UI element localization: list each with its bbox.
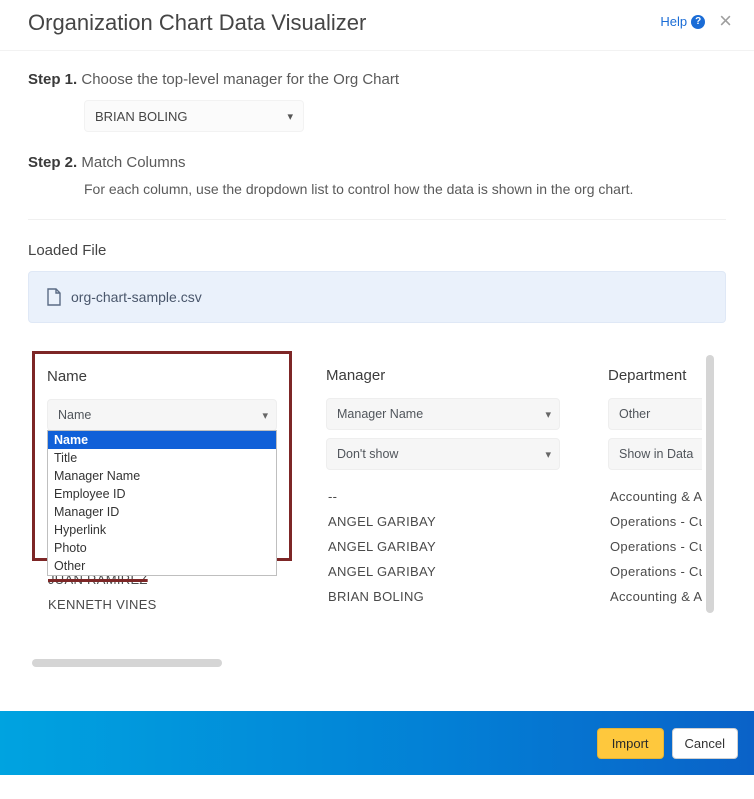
dropdown-option[interactable]: Name (48, 431, 276, 449)
step1-line: Step 1. Choose the top-level manager for… (28, 71, 726, 88)
step2-label: Step 2. (28, 154, 77, 171)
column-name: Name Name ▾ Name Title Manager Name Empl… (32, 351, 292, 561)
scrollbar-horizontal-thumb[interactable] (32, 659, 222, 667)
dialog-body: Step 1. Choose the top-level manager for… (0, 51, 754, 671)
column-manager: Manager Manager Name ▾ Don't show ▾ -- A… (312, 351, 574, 609)
table-row: BRIAN BOLING (326, 584, 560, 609)
help-icon: ? (691, 15, 705, 29)
column-department-show-select[interactable]: Show in Data (608, 438, 702, 470)
help-label: Help (660, 14, 687, 29)
column-manager-mapping-value: Manager Name (337, 407, 423, 421)
close-icon[interactable]: × (719, 8, 732, 34)
column-manager-title: Manager (326, 367, 560, 384)
step1-label: Step 1. (28, 71, 77, 88)
table-row: Accounting & Admin (608, 584, 702, 609)
loaded-file-label: Loaded File (28, 242, 726, 259)
column-department-rows: Accounting & Admin Operations - Custom O… (608, 484, 702, 609)
dialog-title: Organization Chart Data Visualizer (28, 10, 660, 36)
divider (28, 219, 726, 220)
step1-text: Choose the top-level manager for the Org… (81, 71, 399, 88)
table-row: -- (326, 484, 560, 509)
top-manager-value: BRIAN BOLING (95, 109, 187, 124)
column-name-mapping-value: Name (58, 408, 91, 422)
table-row: ANGEL GARIBAY (326, 559, 560, 584)
column-manager-rows: -- ANGEL GARIBAY ANGEL GARIBAY ANGEL GAR… (326, 484, 560, 609)
dialog-footer: Import Cancel (0, 711, 754, 775)
column-name-mapping-select[interactable]: Name ▾ (47, 399, 277, 431)
step2-subtext: For each column, use the dropdown list t… (84, 181, 726, 197)
file-icon (47, 288, 61, 306)
dropdown-option[interactable]: Employee ID (48, 485, 276, 503)
table-row: Operations - Custom (608, 534, 702, 559)
org-chart-wizard-dialog: Organization Chart Data Visualizer Help … (0, 0, 754, 775)
scrollbar-horizontal[interactable] (32, 659, 714, 667)
cancel-button[interactable]: Cancel (672, 728, 738, 759)
dropdown-option[interactable]: Hyperlink (48, 521, 276, 539)
column-manager-mapping-select[interactable]: Manager Name ▾ (326, 398, 560, 430)
chevron-down-icon: ▾ (287, 110, 293, 123)
table-row: ANGEL GARIBAY (326, 534, 560, 559)
dropdown-option[interactable]: Manager Name (48, 467, 276, 485)
dropdown-option[interactable]: Other (48, 557, 276, 575)
column-department-mapping-value: Other (619, 407, 650, 421)
chevron-down-icon: ▾ (262, 409, 268, 422)
column-name-title: Name (47, 368, 277, 385)
column-department-mapping-select[interactable]: Other (608, 398, 702, 430)
chevron-down-icon: ▾ (545, 448, 551, 461)
dropdown-option[interactable]: Photo (48, 539, 276, 557)
column-manager-show-value: Don't show (337, 447, 398, 461)
column-department-title: Department (608, 367, 702, 384)
column-department: Department Other Show in Data Accounting… (594, 351, 702, 609)
import-button[interactable]: Import (597, 728, 664, 759)
step2-line: Step 2. Match Columns (28, 154, 726, 171)
scrollbar-vertical[interactable] (706, 355, 714, 613)
step2-text: Match Columns (81, 154, 185, 171)
top-manager-select[interactable]: BRIAN BOLING ▾ (84, 100, 304, 132)
help-link[interactable]: Help ? (660, 14, 705, 29)
dialog-header: Organization Chart Data Visualizer Help … (0, 0, 754, 51)
dropdown-option[interactable]: Manager ID (48, 503, 276, 521)
table-row: Operations - Custom (608, 509, 702, 534)
chevron-down-icon: ▾ (545, 408, 551, 421)
table-row: ANGEL GARIBAY (326, 509, 560, 534)
columns-area: Name Name ▾ Name Title Manager Name Empl… (28, 351, 726, 671)
loaded-file-name: org-chart-sample.csv (71, 289, 202, 305)
loaded-file-box: org-chart-sample.csv (28, 271, 726, 323)
column-manager-show-select[interactable]: Don't show ▾ (326, 438, 560, 470)
table-row: Accounting & Admin (608, 484, 702, 509)
table-row: KENNETH VINES (48, 592, 157, 617)
table-row: Operations - Custom (608, 559, 702, 584)
dropdown-option[interactable]: Title (48, 449, 276, 467)
column-department-show-value: Show in Data (619, 447, 693, 461)
column-name-mapping-dropdown[interactable]: Name Title Manager Name Employee ID Mana… (47, 430, 277, 576)
